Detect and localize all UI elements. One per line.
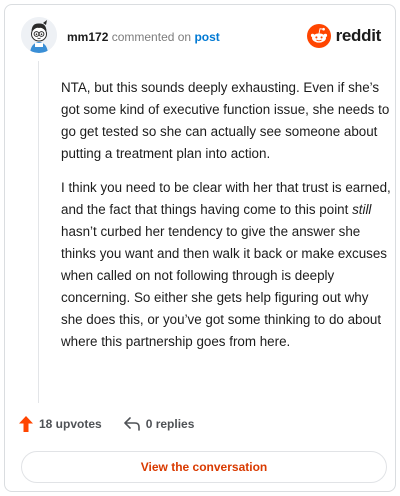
comment-paragraph: I think you need to be clear with her th… — [61, 177, 391, 353]
comment-card: mm172 commented on post reddit NTA, but … — [4, 4, 396, 492]
upvote-button[interactable]: 18 upvotes — [19, 416, 102, 432]
username[interactable]: mm172 — [67, 30, 108, 44]
avatar[interactable] — [21, 17, 57, 53]
comment-footer: 18 upvotes 0 replies — [19, 416, 194, 432]
reddit-snoo-icon — [306, 24, 331, 48]
paragraph-text: I think you need to be clear with her th… — [61, 180, 391, 217]
view-conversation-button[interactable]: View the conversation — [21, 451, 387, 483]
reply-arrow-icon — [123, 417, 140, 431]
emphasis-text: still — [352, 202, 372, 217]
comment-body: NTA, but this sounds deeply exhausting. … — [61, 77, 391, 365]
upvote-count: 18 upvotes — [39, 417, 102, 431]
paragraph-text: NTA, but this sounds deeply exhausting. … — [61, 80, 390, 161]
reddit-wordmark: reddit — [335, 26, 382, 45]
comment-header: mm172 commented on post — [67, 30, 220, 44]
post-link[interactable]: post — [194, 30, 219, 44]
replies-button[interactable]: 0 replies — [123, 417, 195, 431]
replies-count: 0 replies — [145, 417, 195, 431]
thread-line — [38, 61, 39, 403]
paragraph-text: hasn’t curbed her tendency to give the a… — [61, 224, 388, 349]
reddit-logo[interactable]: reddit — [306, 24, 382, 48]
commented-on-text: commented on — [111, 30, 192, 44]
cartoon-avatar-icon — [21, 17, 57, 53]
upvote-arrow-icon — [19, 416, 33, 432]
comment-paragraph: NTA, but this sounds deeply exhausting. … — [61, 77, 391, 165]
